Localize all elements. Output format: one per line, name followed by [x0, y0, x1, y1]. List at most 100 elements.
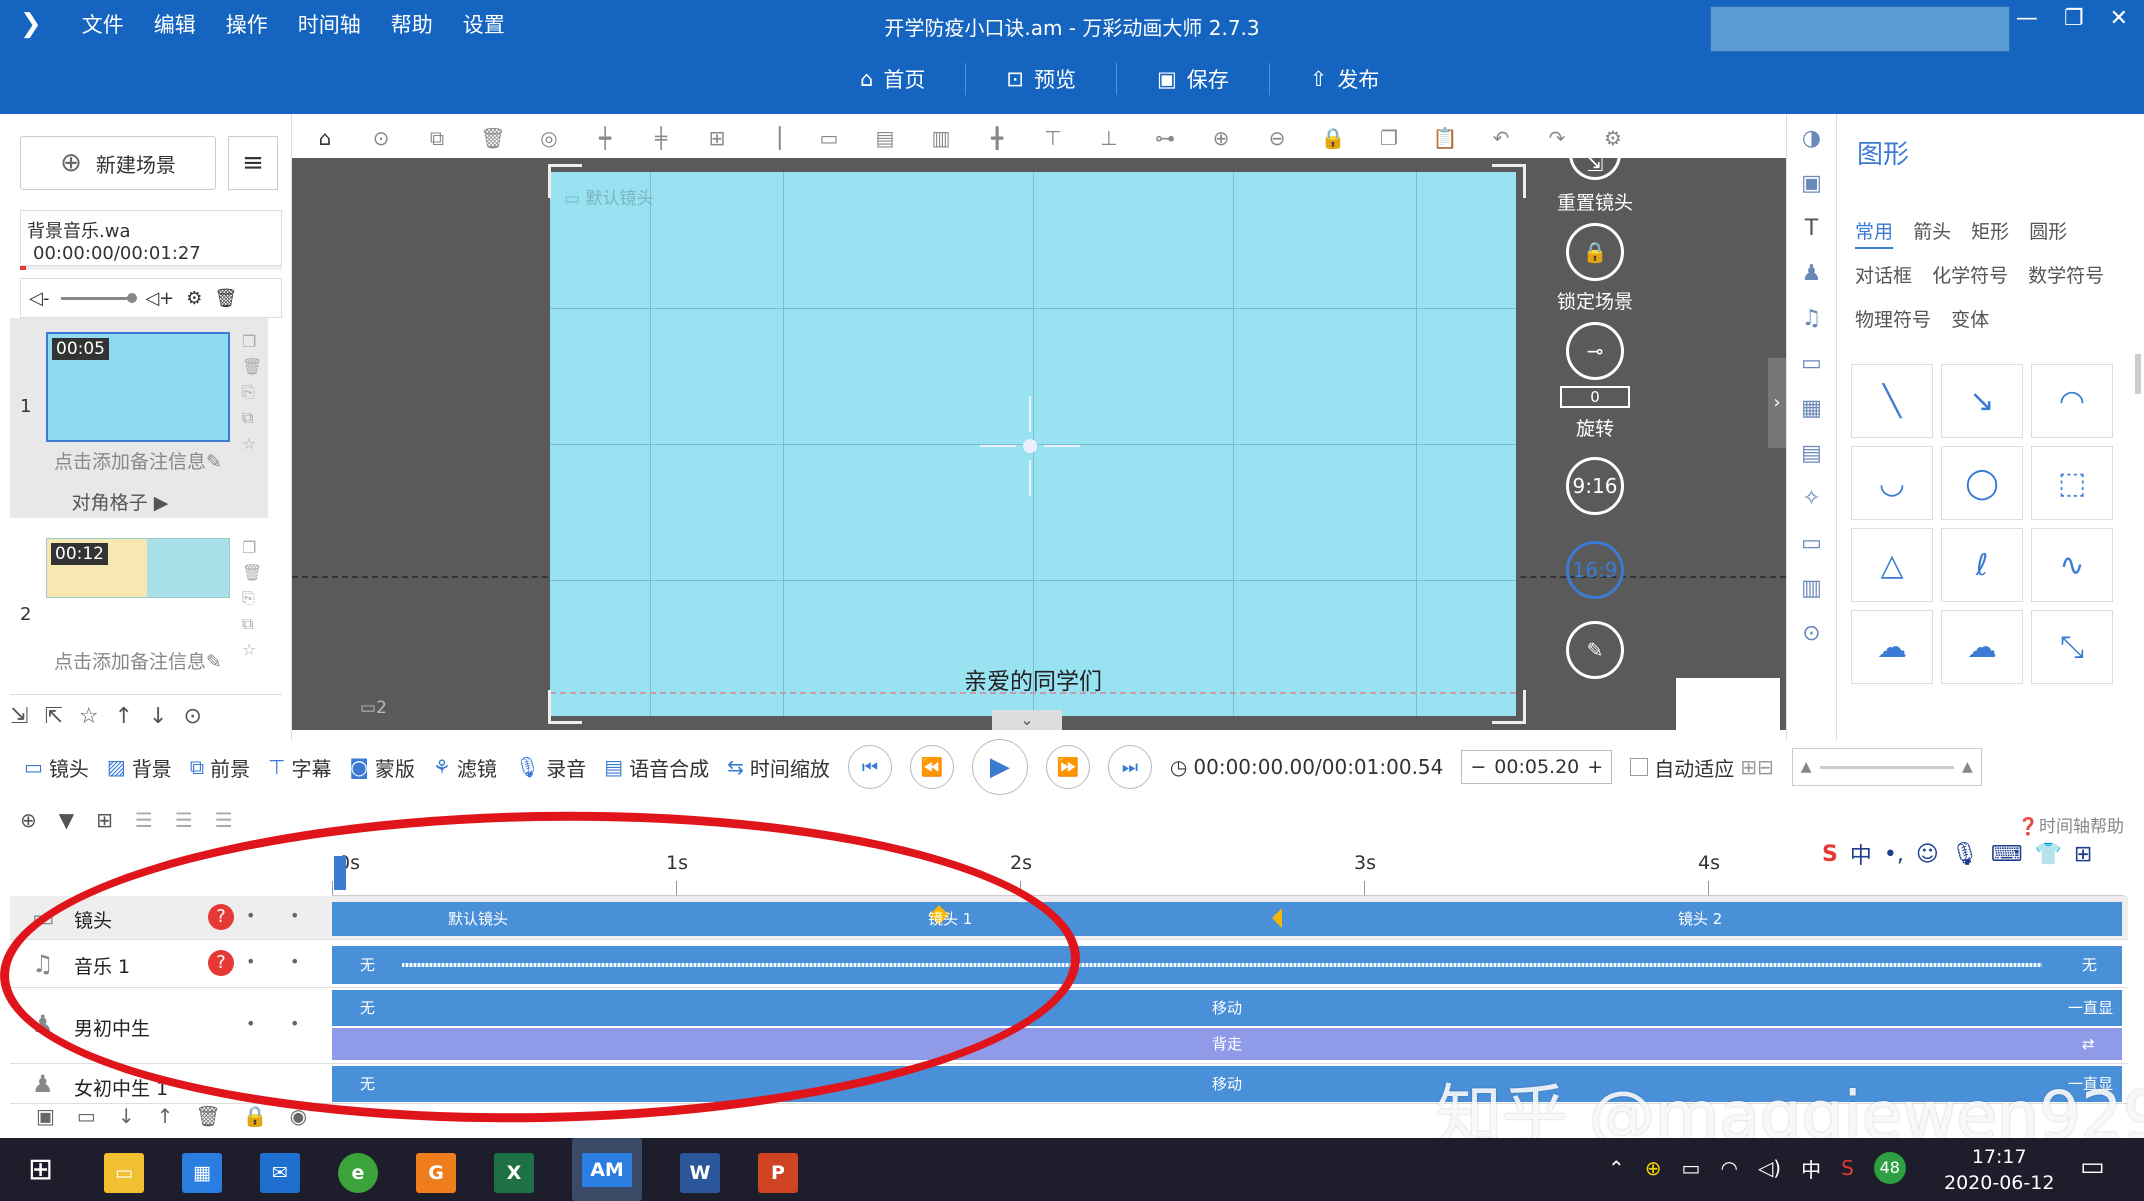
save-button[interactable]: ▣ 保存 — [1157, 64, 1229, 94]
wave-shape-icon[interactable]: ∿ — [2031, 528, 2113, 602]
folder-icon[interactable]: ▭ — [77, 1104, 96, 1128]
category-circle[interactable]: 圆形 — [2029, 210, 2067, 254]
chevron-up-icon[interactable]: ⌃ — [1608, 1156, 1625, 1180]
lock-icon[interactable]: 🔒 — [1316, 126, 1350, 150]
preview-button[interactable]: ⊡ 预览 — [1006, 64, 1076, 94]
more-icon[interactable]: ⊙ — [183, 704, 201, 729]
grid-icon[interactable]: ⊞ — [700, 126, 734, 150]
category-common[interactable]: 常用 — [1855, 217, 1894, 249]
star-icon[interactable]: ☆ — [242, 640, 262, 659]
edit-icon[interactable]: ✎ — [1566, 621, 1624, 679]
browser-icon[interactable]: e — [338, 1152, 378, 1193]
windows-start-icon[interactable]: ⊞ — [28, 1152, 53, 1187]
arc-shape-icon[interactable]: ◠ — [2031, 364, 2113, 438]
segment-end-label[interactable]: 一直显 — [2068, 990, 2113, 1026]
undo-icon[interactable]: ↶ — [1484, 126, 1518, 150]
tts-tool[interactable]: ▤ 语音合成 — [604, 753, 709, 782]
restore-icon[interactable]: ❐ — [2064, 6, 2084, 31]
move-down-icon[interactable]: ↓ — [149, 704, 167, 729]
star-icon[interactable]: ☆ — [79, 704, 99, 729]
photo-icon[interactable]: ▦ — [1801, 396, 1822, 421]
duplicate-icon[interactable]: ⧉ — [242, 408, 262, 428]
notification-badge[interactable]: 48 — [1873, 1152, 1906, 1184]
settings-icon[interactable]: ⚙ — [1596, 126, 1630, 150]
color-icon[interactable]: ◎ — [532, 126, 566, 150]
checkbox[interactable] — [1630, 758, 1649, 776]
rotate-value[interactable]: 0 — [1560, 386, 1630, 408]
group-icon[interactable]: ⧉ — [420, 126, 454, 150]
category-physics[interactable]: 物理符号 — [1855, 298, 1931, 342]
scrollbar[interactable] — [2135, 354, 2141, 394]
distribute-icon[interactable]: ▭ — [812, 126, 846, 150]
duration-value[interactable]: 00:05.20 — [1494, 756, 1579, 778]
bubble-icon[interactable]: ▭ — [1801, 351, 1822, 376]
reset-camera-icon[interactable]: ⇲ — [1569, 150, 1621, 180]
target-icon[interactable]: ⊕ — [20, 808, 37, 832]
category-dialog[interactable]: 对话框 — [1855, 254, 1912, 298]
add-icon[interactable]: ⊞ — [96, 808, 113, 832]
zoom-out-icon[interactable]: ⊖ — [1260, 126, 1294, 150]
align-top-icon[interactable]: ▤ — [868, 126, 902, 150]
stage-caption[interactable]: 亲爱的同学们 — [550, 662, 1516, 696]
plus-icon[interactable]: + — [1587, 756, 1603, 778]
keyframe-marker[interactable] — [1272, 908, 1282, 928]
thumbnail-preview[interactable] — [1676, 678, 1780, 730]
delete-icon[interactable]: 🗑 — [242, 563, 262, 582]
copy-icon[interactable]: ❐ — [242, 332, 262, 351]
bottom-icon[interactable]: ⊥ — [1092, 126, 1126, 150]
middle-icon[interactable]: ⊶ — [1148, 126, 1182, 150]
paste-icon[interactable]: 📋 — [1428, 126, 1462, 150]
triangle-shape-icon[interactable]: △ — [1851, 528, 1933, 602]
file-explorer-icon[interactable]: ▭ — [104, 1152, 144, 1193]
copy-icon[interactable]: ❐ — [242, 538, 262, 557]
loop-icon[interactable]: ⇄ — [2082, 1028, 2095, 1060]
background-tool[interactable]: ▨ 背景 — [107, 753, 172, 782]
subtitle-tool[interactable]: ⊤ 字幕 — [268, 753, 331, 782]
move-down-icon[interactable]: ↓ — [118, 1104, 135, 1128]
blob-shape-icon[interactable]: ☁ — [1851, 610, 1933, 684]
arrow-line-shape-icon[interactable]: ↘ — [1941, 364, 2023, 438]
timeline-zoom-slider[interactable]: ▲ ▲ — [1791, 748, 1982, 786]
segment-action-label[interactable]: 移动 — [1212, 990, 1242, 1026]
record-tool[interactable]: 🎙 录音 — [515, 753, 586, 782]
film-icon[interactable]: ▥ — [1801, 576, 1822, 601]
slider-track[interactable] — [1819, 765, 1954, 769]
foreground-tool[interactable]: ⧉ 前景 — [190, 753, 250, 782]
mask-tool[interactable]: ◙ 蒙版 — [350, 753, 415, 782]
export-icon[interactable]: ⎘ — [242, 382, 262, 402]
scene-thumbnail[interactable]: 00:05 — [46, 332, 230, 442]
scene-thumbnail[interactable]: 00:12 — [46, 538, 230, 598]
segment-end-label[interactable]: 无 — [2082, 946, 2097, 984]
more-icon[interactable]: ⊙ — [1802, 621, 1820, 646]
skip-forward-icon[interactable]: ⏭ — [1107, 745, 1152, 789]
scene-note[interactable]: 点击添加备注信息✎ — [46, 442, 230, 482]
redo-icon[interactable]: ↷ — [1540, 126, 1574, 150]
category-variant[interactable]: 变体 — [1951, 298, 1989, 342]
wifi-icon[interactable]: ◠ — [1720, 1156, 1737, 1180]
filter-icon[interactable]: ▼ — [59, 808, 74, 832]
zoom-fit-icon[interactable]: ⊞⊟ — [1740, 755, 1774, 779]
scene-item-1[interactable]: 1 00:05 点击添加备注信息✎ 对角格子 ▶ ❐ 🗑 ⎘ ⧉ ☆ — [10, 318, 268, 518]
star-icon[interactable]: ☆ — [242, 434, 262, 453]
new-scene-button[interactable]: ⊕ 新建场景 — [20, 136, 216, 190]
volume-up-icon[interactable]: ◁+ — [145, 288, 174, 309]
delete-icon[interactable]: 🗑 — [476, 126, 510, 150]
rotate-icon[interactable]: ⊸ — [1566, 322, 1624, 380]
category-rectangle[interactable]: 矩形 — [1971, 210, 2009, 254]
ime-indicator[interactable]: 中 — [1801, 1154, 1821, 1183]
skip-back-icon[interactable]: ⏮ — [847, 745, 892, 789]
delete-icon[interactable]: 🗑 — [214, 288, 237, 309]
copy-icon[interactable]: ❐ — [1372, 126, 1406, 150]
home-button[interactable]: ⌂ 首页 — [860, 64, 925, 94]
segment-action-label[interactable]: 移动 — [1212, 1066, 1242, 1102]
duration-stepper[interactable]: −00:05.20 + — [1461, 750, 1613, 784]
excel-icon[interactable]: X — [494, 1152, 534, 1193]
align-middle-icon[interactable]: ╪ — [644, 126, 678, 150]
chevron-right-icon[interactable]: › — [1768, 358, 1786, 448]
category-chemistry[interactable]: 化学符号 — [1932, 254, 2008, 298]
category-math[interactable]: 数学符号 — [2028, 254, 2104, 298]
move-up-icon[interactable]: ↑ — [115, 704, 133, 729]
delete-icon[interactable]: 🗑 — [195, 1104, 220, 1128]
top-icon[interactable]: ⊤ — [1036, 126, 1070, 150]
volume-icon[interactable]: ◁) — [1758, 1156, 1781, 1180]
